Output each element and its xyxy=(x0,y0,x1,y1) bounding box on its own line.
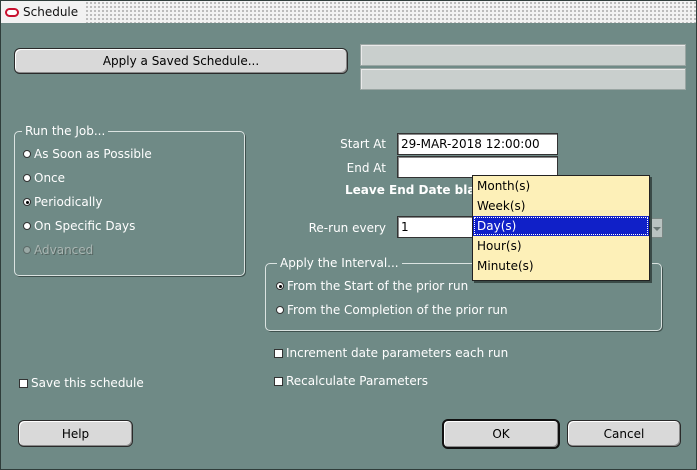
start-at-input[interactable]: 29-MAR-2018 12:00:00 xyxy=(397,133,558,155)
run-job-legend: Run the Job... xyxy=(22,124,109,138)
radio-specific-days[interactable]: On Specific Days xyxy=(23,219,135,233)
title-bar[interactable]: Schedule xyxy=(1,1,696,23)
radio-once-button[interactable] xyxy=(23,174,31,182)
radio-from-start-label: From the Start of the prior run xyxy=(287,279,469,293)
apply-saved-schedule-label: Apply a Saved Schedule... xyxy=(102,54,260,68)
recalculate-checkbox-label: Recalculate Parameters xyxy=(286,374,428,388)
apply-saved-schedule-button[interactable]: Apply a Saved Schedule... xyxy=(14,48,348,74)
increment-checkbox-row[interactable]: Increment date parameters each run xyxy=(274,346,508,360)
recalculate-checkbox-row[interactable]: Recalculate Parameters xyxy=(274,374,428,388)
radio-advanced-label: Advanced xyxy=(34,243,94,257)
start-at-label: Start At xyxy=(340,137,386,151)
radio-periodically[interactable]: Periodically xyxy=(23,195,102,209)
radio-from-start-button[interactable] xyxy=(276,282,284,290)
radio-asap-button[interactable] xyxy=(23,150,31,158)
interval-dropdown-list[interactable]: Month(s) Week(s) Day(s) Hour(s) Minute(s… xyxy=(472,175,650,281)
dropdown-option-minutes[interactable]: Minute(s) xyxy=(473,256,649,276)
radio-specific-days-button[interactable] xyxy=(23,222,31,230)
save-schedule-checkbox-row[interactable]: Save this schedule xyxy=(19,376,144,390)
increment-checkbox[interactable] xyxy=(274,348,283,358)
cancel-button[interactable]: Cancel xyxy=(567,420,681,447)
radio-periodically-label: Periodically xyxy=(34,195,103,209)
radio-from-completion[interactable]: From the Completion of the prior run xyxy=(276,303,508,317)
increment-checkbox-label: Increment date parameters each run xyxy=(286,346,509,360)
radio-once[interactable]: Once xyxy=(23,171,65,185)
radio-once-label: Once xyxy=(34,171,66,185)
help-button-label: Help xyxy=(61,426,90,441)
rerun-every-label: Re-run every xyxy=(308,221,386,235)
apply-interval-legend: Apply the Interval... xyxy=(277,256,402,270)
saved-schedule-name-field xyxy=(360,44,686,66)
dropdown-option-days[interactable]: Day(s) xyxy=(473,216,649,236)
ok-button[interactable]: OK xyxy=(442,419,560,449)
interval-combo-arrow-icon[interactable] xyxy=(649,218,663,238)
leave-end-date-note: Leave End Date blar xyxy=(345,183,482,197)
radio-asap[interactable]: As Soon as Possible xyxy=(23,147,152,161)
dropdown-option-hours[interactable]: Hour(s) xyxy=(473,236,649,256)
ok-button-label: OK xyxy=(492,427,510,441)
radio-advanced: Advanced xyxy=(23,243,93,257)
radio-advanced-button xyxy=(23,246,31,254)
dropdown-option-months[interactable]: Month(s) xyxy=(473,176,649,196)
help-button[interactable]: Help xyxy=(18,420,133,447)
window-title: Schedule xyxy=(23,5,79,19)
oracle-logo-icon xyxy=(5,7,19,17)
rerun-every-input[interactable]: 1 xyxy=(397,216,473,238)
radio-asap-label: As Soon as Possible xyxy=(34,147,152,161)
radio-from-completion-button[interactable] xyxy=(276,306,284,314)
title-area: Schedule xyxy=(1,1,85,23)
radio-specific-days-label: On Specific Days xyxy=(34,219,136,233)
end-at-label: End At xyxy=(346,161,386,175)
save-schedule-checkbox-label: Save this schedule xyxy=(31,376,144,390)
saved-schedule-desc-field xyxy=(360,68,686,90)
schedule-window: Schedule Apply a Saved Schedule... Run t… xyxy=(0,0,697,470)
radio-periodically-button[interactable] xyxy=(23,198,31,206)
dropdown-option-weeks[interactable]: Week(s) xyxy=(473,196,649,216)
save-schedule-checkbox[interactable] xyxy=(19,378,28,388)
radio-from-start[interactable]: From the Start of the prior run xyxy=(276,279,468,293)
recalculate-checkbox[interactable] xyxy=(274,376,283,386)
radio-from-completion-label: From the Completion of the prior run xyxy=(287,303,508,317)
cancel-button-label: Cancel xyxy=(603,426,645,441)
